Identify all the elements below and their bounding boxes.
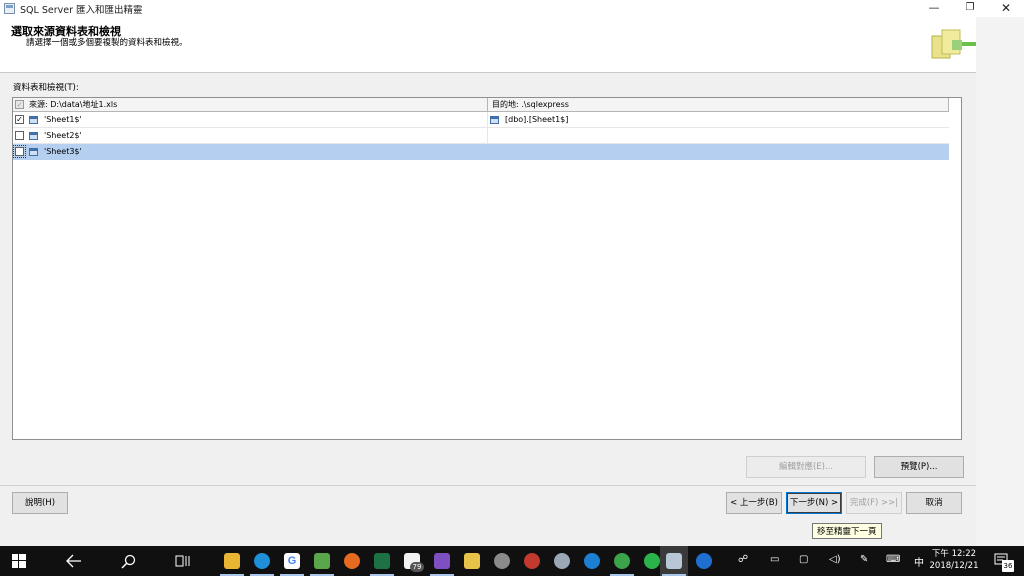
excel-icon[interactable] — [374, 553, 390, 569]
windows-taskbar: G 79 ☍ ▭ ▢ ◁) ✎ ⌨ 中 下午 12:22 2018/12/21 … — [0, 546, 1024, 576]
mail-badge: 79 — [410, 562, 424, 572]
table-row-selected[interactable]: 'Sheet3$' — [13, 144, 949, 160]
clock-time: 下午 12:22 — [931, 549, 977, 559]
finish-button[interactable]: 完成(F) >>| — [846, 492, 902, 514]
next-button-tooltip: 移至精靈下一頁 — [812, 523, 882, 539]
keyboard-icon[interactable]: ⌨ — [886, 554, 900, 565]
preview-button[interactable]: 預覽(P)... — [874, 456, 964, 478]
app-icon — [4, 3, 15, 14]
internet-explorer-icon[interactable] — [584, 553, 600, 569]
battery-icon[interactable]: ▭ — [770, 554, 779, 565]
select-all-checkbox[interactable]: ✓ — [15, 100, 24, 109]
ime-indicator[interactable]: 中 — [914, 554, 924, 569]
google-icon[interactable]: G — [284, 553, 300, 569]
table-row[interactable]: 'Sheet2$' — [13, 128, 949, 144]
pen-icon[interactable]: ✎ — [860, 554, 868, 565]
file-explorer-icon[interactable] — [224, 553, 240, 569]
footer-separator — [0, 485, 976, 486]
firefox-icon[interactable] — [344, 553, 360, 569]
source-column-header[interactable]: 來源: D:\data\地址1.xls — [29, 99, 117, 110]
sql-tool-icon[interactable] — [494, 553, 510, 569]
next-button[interactable]: 下一步(N) > — [786, 492, 842, 514]
row-checkbox[interactable] — [15, 131, 24, 140]
minimize-button[interactable]: — — [916, 0, 952, 17]
wizard-banner-icon — [931, 29, 976, 59]
paint-tool-icon[interactable] — [554, 553, 570, 569]
destination-column-header[interactable]: 目的地: .\sqlexpress — [492, 99, 569, 110]
search-icon[interactable] — [121, 554, 136, 569]
cancel-button[interactable]: 取消 — [906, 492, 962, 514]
help-button[interactable]: 說明(H) — [12, 492, 68, 514]
table-icon — [29, 116, 38, 124]
row-checkbox[interactable] — [13, 145, 26, 158]
table-icon — [29, 132, 38, 140]
back-button[interactable]: < 上一步(B) — [726, 492, 782, 514]
cell-divider — [487, 128, 488, 144]
grid-right-gutter — [949, 98, 961, 439]
grid-header: ✓ 來源: D:\data\地址1.xls 目的地: .\sqlexpress — [13, 98, 949, 112]
close-button[interactable]: ✕ — [988, 0, 1024, 17]
page-subtitle: 請選擇一個或多個要複製的資料表和檢視。 — [26, 38, 188, 48]
notes-app-icon[interactable] — [464, 553, 480, 569]
tables-list-label: 資料表和檢視(T): — [13, 83, 79, 93]
cell-divider — [487, 112, 488, 128]
network-icon[interactable]: ▢ — [799, 554, 808, 565]
edge-icon[interactable] — [696, 553, 712, 569]
clock[interactable]: 下午 12:22 2018/12/21 — [929, 548, 979, 572]
table-row[interactable]: ✓ 'Sheet1$' [dbo].[Sheet1$] — [13, 112, 949, 128]
source-table-name: 'Sheet1$' — [44, 115, 82, 124]
table-icon — [490, 116, 499, 124]
source-table-name: 'Sheet3$' — [44, 147, 82, 156]
maximize-button[interactable]: ❐ — [952, 0, 988, 17]
start-icon[interactable] — [12, 554, 26, 568]
task-view-icon[interactable] — [175, 554, 191, 568]
chrome-icon[interactable] — [614, 553, 630, 569]
back-arrow-icon[interactable] — [66, 554, 82, 568]
spider-app-icon[interactable] — [524, 553, 540, 569]
right-margin — [976, 17, 1024, 546]
notification-count-badge: 36 — [1002, 560, 1014, 572]
column-divider[interactable] — [487, 98, 488, 112]
clock-date: 2018/12/21 — [929, 561, 979, 571]
source-table-name: 'Sheet2$' — [44, 131, 82, 140]
volume-icon[interactable]: ◁) — [829, 554, 841, 565]
import-export-wizard-icon[interactable] — [666, 553, 682, 569]
table-icon — [29, 148, 38, 156]
window-title: SQL Server 匯入和匯出精靈 — [20, 5, 143, 16]
edit-mappings-button[interactable]: 編輯對應(E)... — [746, 456, 866, 478]
visual-studio-icon[interactable] — [434, 553, 450, 569]
title-bar: SQL Server 匯入和匯出精靈 — ❐ ✕ — [0, 0, 1024, 17]
people-icon[interactable]: ☍ — [738, 554, 748, 565]
wizard-header: 選取來源資料表和檢視 請選擇一個或多個要複製的資料表和檢視。 — [0, 17, 976, 73]
spreadsheet-chart-icon[interactable] — [314, 553, 330, 569]
tables-grid[interactable]: ✓ 來源: D:\data\地址1.xls 目的地: .\sqlexpress … — [12, 97, 962, 440]
cell-divider — [487, 144, 488, 160]
browser-app-icon[interactable] — [254, 553, 270, 569]
destination-table-name[interactable]: [dbo].[Sheet1$] — [505, 115, 568, 124]
row-checkbox[interactable]: ✓ — [15, 115, 24, 124]
line-icon[interactable] — [644, 553, 660, 569]
